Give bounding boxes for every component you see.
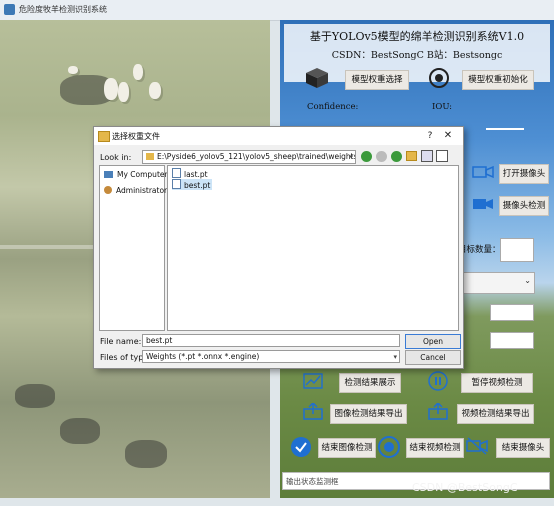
- file-item-best[interactable]: best.pt: [172, 179, 213, 190]
- target-count-display: [500, 238, 534, 262]
- title-bar: 危险度牧羊检测识别系统: [0, 0, 554, 21]
- sheep: [104, 78, 118, 100]
- app-heading: 基于YOLOv5模型的绵羊检测识别系统V1.0: [309, 30, 525, 43]
- iou-slider[interactable]: [486, 128, 524, 130]
- select-model-button[interactable]: 模型权重选择: [345, 70, 409, 90]
- camera-icon: [472, 165, 494, 179]
- help-button[interactable]: ?: [424, 130, 436, 142]
- look-in-label: Look in:: [100, 153, 132, 162]
- dialog-title-bar: 选择权重文件 ? ✕: [94, 127, 463, 145]
- chevron-down-icon: ⌄: [524, 276, 531, 285]
- app-window: 危险度牧羊检测识别系统 基于YOLOv5模型的绵羊检测识别系统V1.0 CSDN…: [0, 0, 554, 506]
- sheep: [149, 82, 161, 99]
- file-name-input[interactable]: best.pt: [142, 334, 400, 347]
- iou-label: IOU:: [432, 102, 453, 112]
- new-folder-icon[interactable]: [406, 151, 417, 161]
- file-name-label: File name:: [100, 337, 142, 346]
- target-icon: [429, 68, 449, 88]
- target-type-dropdown[interactable]: ⌄: [461, 272, 535, 294]
- file-icon: [172, 179, 181, 189]
- open-button[interactable]: Open: [405, 334, 461, 349]
- file-type-select[interactable]: Weights (*.pt *.onnx *.engine) ▾: [142, 350, 400, 363]
- end-camera-button[interactable]: 结束摄像头: [496, 438, 550, 458]
- target-count-label: 目标数量：: [458, 245, 501, 255]
- app-subheading: CSDN：BestSongC B站：Bestsongc: [331, 50, 503, 61]
- sheep-shadow: [125, 440, 167, 468]
- folder-icon: [146, 153, 154, 160]
- sheep-shadow: [60, 418, 100, 444]
- user-icon: [104, 186, 112, 194]
- look-in-combo[interactable]: E:\Pyside6_yolov5_121\yolov5_sheep\train…: [142, 150, 356, 164]
- cube-icon: [306, 68, 328, 88]
- export-image-button[interactable]: 图像检测结果导出: [330, 404, 407, 424]
- window-title: 危险度牧羊检测识别系统: [19, 5, 107, 14]
- place-administrator[interactable]: Administrator: [104, 186, 167, 195]
- sheep: [118, 82, 129, 102]
- pause-icon: [428, 371, 448, 391]
- init-model-button[interactable]: 模型权重初始化: [462, 70, 534, 90]
- parent-folder-icon[interactable]: [391, 151, 402, 162]
- detail-view-icon[interactable]: [436, 150, 448, 162]
- app-icon: [4, 4, 15, 15]
- back-icon[interactable]: [361, 151, 372, 162]
- camera-detect-button[interactable]: 摄像头检测: [499, 196, 549, 216]
- camera-off-icon: [466, 437, 488, 455]
- places-sidebar: My Computer Administrator: [99, 165, 168, 331]
- open-camera-button[interactable]: 打开摄像头: [499, 164, 549, 184]
- video-camera-icon: [473, 199, 493, 209]
- file-icon: [172, 168, 181, 178]
- chart-icon: [303, 373, 323, 389]
- sheep: [68, 66, 78, 74]
- file-dialog: 选择权重文件 ? ✕ Look in: E:\Pyside6_yolov5_12…: [93, 126, 464, 369]
- computer-icon: [104, 171, 113, 178]
- export-image-icon: [303, 403, 323, 420]
- cancel-button[interactable]: Cancel: [405, 350, 461, 365]
- chevron-down-icon: ▾: [349, 153, 353, 161]
- chevron-down-icon: ▾: [393, 353, 397, 361]
- sheep-shadow: [15, 384, 55, 408]
- look-in-path: E:\Pyside6_yolov5_121\yolov5_sheep\train…: [157, 152, 356, 161]
- place-my-computer[interactable]: My Computer: [104, 170, 168, 179]
- pause-video-button[interactable]: 暂停视频检测: [461, 373, 533, 393]
- check-circle-icon: [291, 437, 311, 457]
- forward-icon[interactable]: [376, 151, 387, 162]
- file-list: last.pt best.pt: [167, 165, 459, 331]
- list-view-icon[interactable]: [421, 150, 433, 162]
- stop-circle-icon: [378, 436, 400, 458]
- folder-icon: [98, 131, 110, 142]
- min-value-input[interactable]: [490, 304, 534, 321]
- show-result-button[interactable]: 检测结果展示: [339, 373, 401, 393]
- end-video-button[interactable]: 结束视频检测: [406, 438, 464, 458]
- max-value-input[interactable]: [490, 332, 534, 349]
- watermark: CSDN @BestSongC: [412, 481, 518, 494]
- confidence-label: Confidence:: [307, 102, 359, 112]
- file-item-last[interactable]: last.pt: [172, 168, 210, 179]
- sheep: [133, 64, 143, 80]
- end-image-button[interactable]: 结束图像检测: [318, 438, 376, 458]
- export-video-button[interactable]: 视频检测结果导出: [457, 404, 534, 424]
- dialog-title: 选择权重文件: [112, 132, 160, 141]
- export-video-icon: [428, 403, 448, 420]
- close-button[interactable]: ✕: [442, 130, 454, 142]
